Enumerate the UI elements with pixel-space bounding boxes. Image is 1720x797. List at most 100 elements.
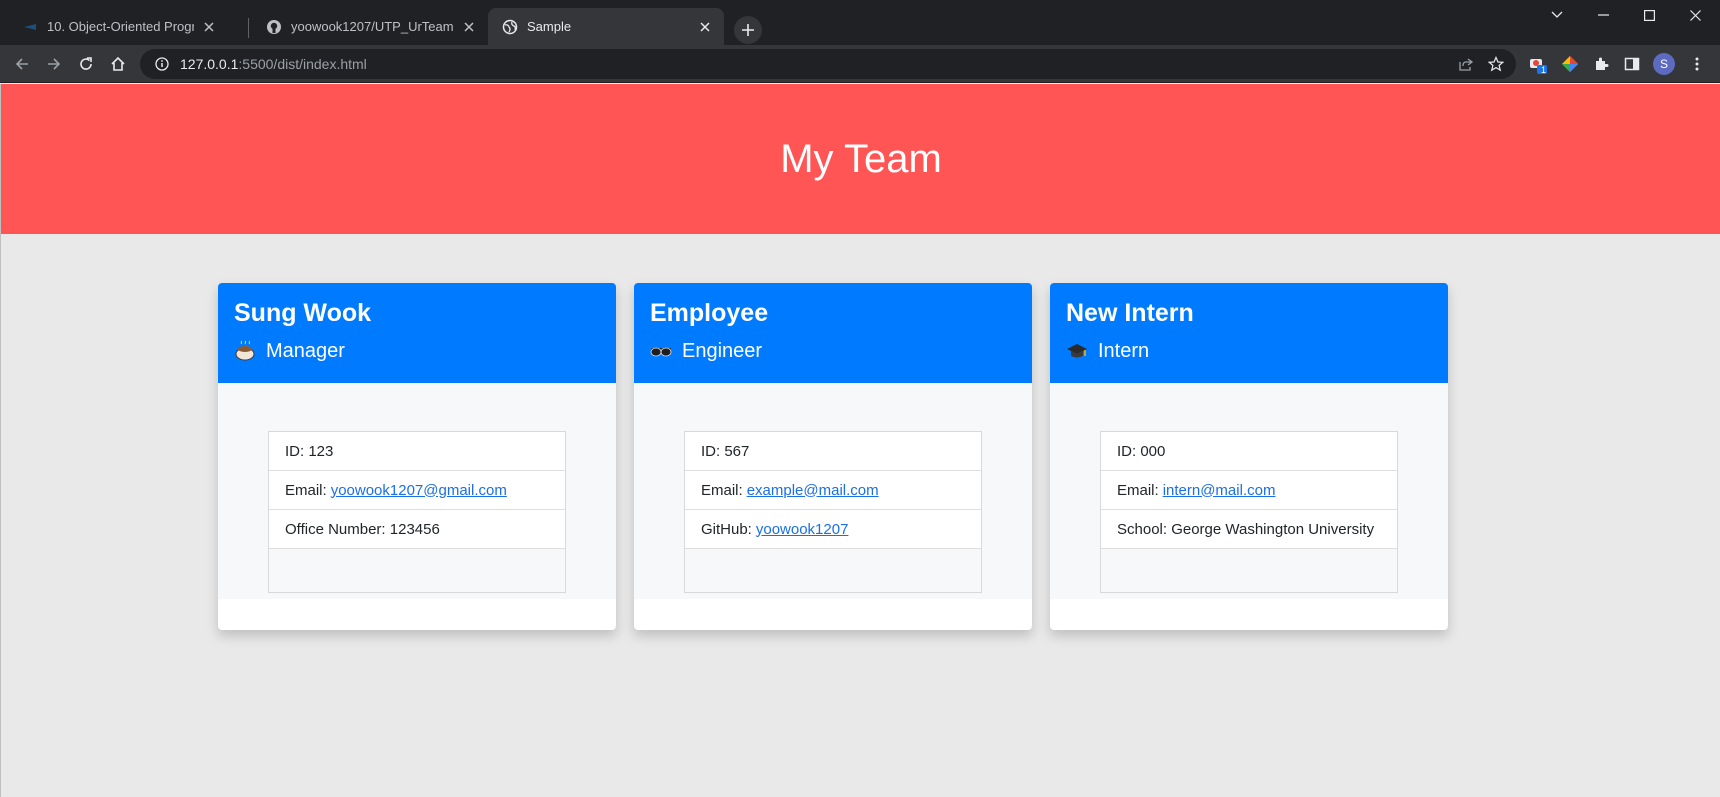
extension-badge-count: 1 — [1541, 65, 1547, 75]
url-path: :5500/dist/index.html — [238, 56, 367, 72]
tab-strip: 10. Object-Oriented Programmin yoowook12… — [0, 0, 1720, 45]
bookmark-star-icon[interactable] — [1484, 52, 1508, 76]
home-icon — [111, 56, 125, 71]
plus-icon — [742, 24, 754, 36]
employee-card: Employee Engineer ID: 567 Email: example@… — [634, 283, 1032, 630]
tab-github[interactable]: yoowook1207/UTP_UrTeamProfil — [252, 8, 488, 45]
email-link[interactable]: yoowook1207@gmail.com — [331, 482, 507, 499]
employee-role: Manager — [234, 338, 600, 364]
puzzle-icon — [1596, 57, 1609, 70]
id-text: ID: 000 — [1117, 442, 1166, 460]
id-item: ID: 000 — [1101, 432, 1397, 471]
close-icon[interactable] — [200, 18, 218, 36]
color-picker-icon — [1562, 56, 1578, 72]
extensions-button[interactable] — [1587, 50, 1615, 78]
close-icon[interactable] — [460, 18, 478, 36]
card-header: Employee Engineer — [634, 283, 1032, 383]
tab-course[interactable]: 10. Object-Oriented Programmin — [8, 8, 228, 45]
role-label: Manager — [266, 340, 345, 362]
email-link[interactable]: intern@mail.com — [1163, 482, 1276, 499]
minimize-button[interactable] — [1580, 0, 1626, 30]
coffee-icon — [234, 340, 256, 362]
close-icon — [1689, 9, 1701, 21]
globe-icon — [502, 19, 518, 35]
email-label: Email: — [701, 481, 743, 499]
maximize-icon — [1643, 9, 1655, 21]
github-icon — [266, 19, 282, 35]
role-label: Intern — [1098, 340, 1150, 362]
url-text: 127.0.0.1:5500/dist/index.html — [180, 56, 367, 72]
email-label: Email: — [285, 481, 327, 499]
github-label: GitHub: — [701, 520, 752, 538]
employee-card: Sung Wook Manager ID: 123 Email: yoowook1… — [218, 283, 616, 630]
school-item: School: George Washington University — [1101, 510, 1397, 549]
browser-toolbar: 127.0.0.1:5500/dist/index.html 1 S — [0, 45, 1720, 83]
tab-sample[interactable]: Sample — [488, 8, 724, 45]
card-body: ID: 123 Email: yoowook1207@gmail.com Offi… — [218, 383, 616, 599]
share-icon[interactable] — [1454, 52, 1478, 76]
page-viewport: My Team Sung Wook Manager ID: 123 Email:… — [0, 84, 1720, 797]
tab-title: 10. Object-Oriented Programmin — [47, 19, 194, 34]
info-icon[interactable] — [148, 57, 176, 71]
course-icon — [22, 19, 38, 35]
tab-separator — [248, 18, 249, 38]
employee-name: New Intern — [1066, 299, 1194, 327]
employee-name: Sung Wook — [234, 299, 372, 327]
info-list: ID: 567 Email: example@mail.com GitHub: yo… — [684, 431, 982, 593]
github-item: GitHub: yoowook1207 — [685, 510, 981, 549]
email-label: Email: — [1117, 481, 1159, 499]
office-number-text: Office Number: 123456 — [285, 520, 440, 538]
card-body: ID: 000 Email: intern@mail.com School: Ge… — [1050, 383, 1448, 599]
close-icon[interactable] — [696, 18, 714, 36]
team-header: My Team — [1, 84, 1720, 234]
office-number-item: Office Number: 123456 — [269, 510, 565, 549]
url-host: 127.0.0.1 — [180, 56, 239, 72]
info-list: ID: 123 Email: yoowook1207@gmail.com Offi… — [268, 431, 566, 593]
id-item: ID: 567 — [685, 432, 981, 471]
tab-search-button[interactable] — [1534, 0, 1580, 30]
school-text: School: George Washington University — [1117, 520, 1375, 538]
employee-card: New Intern Intern ID: 000 Email: intern@m… — [1050, 283, 1448, 630]
employee-name: Employee — [650, 299, 769, 327]
avatar: S — [1653, 53, 1675, 75]
card-header: Sung Wook Manager — [218, 283, 616, 383]
glasses-icon — [650, 340, 672, 362]
role-label: Engineer — [682, 340, 763, 362]
info-list: ID: 000 Email: intern@mail.com School: Ge… — [1100, 431, 1398, 593]
back-arrow-icon — [15, 58, 28, 70]
tab-title: yoowook1207/UTP_UrTeamProfil — [291, 19, 454, 34]
id-text: ID: 567 — [701, 442, 750, 460]
tab-title: Sample — [527, 19, 572, 34]
back-button[interactable] — [8, 50, 36, 78]
email-item: Email: intern@mail.com — [1101, 471, 1397, 510]
home-button[interactable] — [104, 50, 132, 78]
new-tab-button[interactable] — [734, 16, 762, 44]
reload-button[interactable] — [72, 50, 100, 78]
forward-arrow-icon — [48, 58, 61, 70]
side-panel-button[interactable] — [1618, 50, 1646, 78]
color-extension-button[interactable] — [1556, 50, 1584, 78]
card-body: ID: 567 Email: example@mail.com GitHub: yo… — [634, 383, 1032, 599]
id-text: ID: 123 — [285, 442, 334, 460]
id-item: ID: 123 — [269, 432, 565, 471]
card-header: New Intern Intern — [1050, 283, 1448, 383]
email-item: Email: yoowook1207@gmail.com — [269, 471, 565, 510]
kebab-menu-icon — [1695, 57, 1699, 71]
graduation-cap-icon — [1066, 340, 1088, 362]
address-bar[interactable]: 127.0.0.1:5500/dist/index.html — [140, 49, 1516, 79]
menu-button[interactable] — [1683, 50, 1711, 78]
chevron-down-icon — [1551, 11, 1563, 18]
side-panel-icon — [1624, 57, 1640, 71]
maximize-button[interactable] — [1626, 0, 1672, 30]
github-link[interactable]: yoowook1207 — [756, 521, 849, 538]
forward-button[interactable] — [40, 50, 68, 78]
email-item: Email: example@mail.com — [685, 471, 981, 510]
page-title: My Team — [780, 136, 942, 181]
profile-button[interactable]: S — [1650, 50, 1678, 78]
email-link[interactable]: example@mail.com — [747, 482, 879, 499]
extension-button[interactable]: 1 — [1524, 50, 1552, 78]
minimize-icon — [1597, 14, 1609, 16]
reload-icon — [80, 57, 92, 70]
employee-role: Engineer — [650, 338, 1016, 364]
close-window-button[interactable] — [1672, 0, 1718, 30]
